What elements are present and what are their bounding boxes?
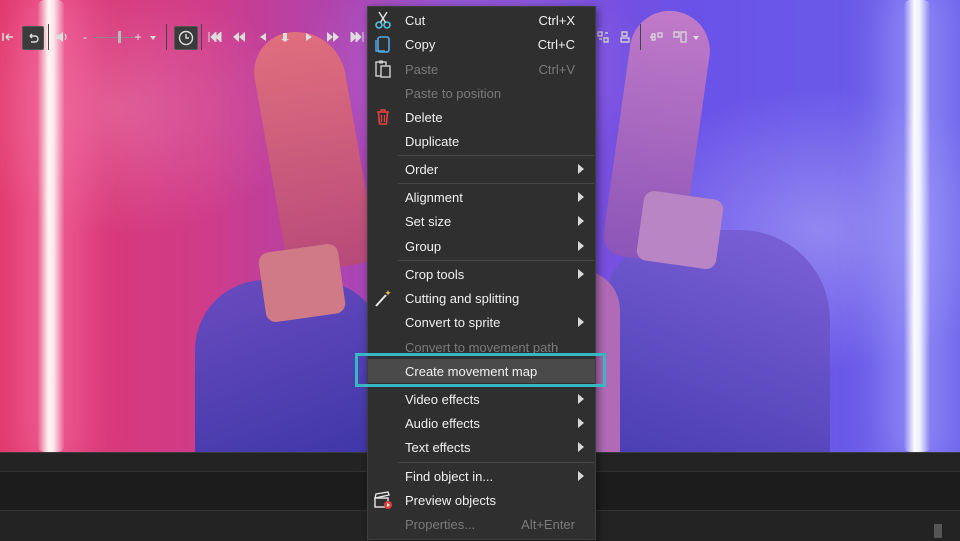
cuff-right (635, 189, 725, 271)
menu-item-create-movement-map[interactable]: Create movement map (368, 359, 595, 383)
submenu-arrow-icon (578, 418, 584, 428)
menu-item-convert-to-sprite[interactable]: Convert to sprite (368, 310, 595, 334)
menu-item-audio-effects[interactable]: Audio effects (368, 411, 595, 435)
menu-item-label: Convert to sprite (405, 315, 501, 330)
submenu-arrow-icon (578, 317, 584, 327)
submenu-arrow-icon (578, 192, 584, 202)
menu-item-label: Convert to movement path (405, 340, 559, 355)
neon-light-left (38, 0, 64, 452)
menu-item-set-size[interactable]: Set size (368, 209, 595, 233)
neon-light-right (904, 0, 930, 452)
group-objects-icon[interactable] (672, 26, 688, 48)
fast-forward-icon[interactable] (325, 26, 341, 48)
menu-separator (398, 155, 594, 156)
menu-item-label: Set size (405, 214, 452, 229)
menu-item-label: Text effects (405, 440, 471, 455)
toolbar-divider (166, 24, 167, 50)
menu-item-label: Preview objects (405, 493, 497, 508)
stop-icon[interactable] (278, 26, 292, 48)
zoom-in-button[interactable]: + (133, 26, 143, 48)
menu-item-label: Audio effects (405, 416, 480, 431)
menu-item-shortcut: Ctrl+V (538, 62, 575, 77)
menu-item-label: Cut (405, 13, 426, 28)
toolbar-divider (640, 24, 641, 50)
menu-item-copy[interactable]: Copy Ctrl+C (368, 32, 595, 56)
menu-item-label: Find object in... (405, 469, 494, 484)
clock-icon[interactable] (174, 26, 198, 50)
menu-item-preview-objects[interactable]: Preview objects (368, 488, 595, 512)
menu-separator (398, 462, 594, 463)
menu-item-crop-tools[interactable]: Crop tools (368, 262, 595, 286)
menu-item-label: Delete (405, 110, 443, 125)
menu-item-text-effects[interactable]: Text effects (368, 435, 595, 459)
zoom-slider-track[interactable] (94, 37, 136, 38)
submenu-arrow-icon (578, 442, 584, 452)
toolbar-divider (48, 24, 49, 50)
menu-separator (398, 260, 594, 261)
scissors-icon (373, 10, 393, 30)
menu-item-label: Properties... (405, 517, 476, 532)
menu-item-label: Order (405, 162, 439, 177)
clapperboard-icon (373, 490, 393, 510)
skip-to-start-icon[interactable] (207, 26, 223, 48)
toolbar-divider (201, 24, 202, 50)
copy-icon (373, 34, 393, 54)
chevron-down-icon[interactable] (148, 26, 158, 48)
submenu-arrow-icon (578, 241, 584, 251)
menu-item-paste[interactable]: Paste Ctrl+V (368, 57, 595, 81)
submenu-arrow-icon (578, 394, 584, 404)
menu-item-cutting-and-splitting[interactable]: Cutting and splitting (368, 286, 595, 310)
menu-item-paste-to-position[interactable]: Paste to position (368, 81, 595, 105)
menu-item-label: Video effects (405, 392, 480, 407)
menu-item-label: Duplicate (405, 134, 460, 149)
clipboard-icon (373, 59, 393, 79)
menu-item-label: Cutting and splitting (405, 291, 520, 306)
loop-start-icon[interactable] (0, 26, 16, 48)
menu-item-order[interactable]: Order (368, 157, 595, 181)
step-back-icon[interactable] (256, 26, 270, 48)
cuff-left (257, 242, 347, 324)
menu-item-group[interactable]: Group (368, 234, 595, 258)
timeline-scrollbar-thumb[interactable] (934, 524, 942, 538)
submenu-arrow-icon (578, 471, 584, 481)
rewind-icon[interactable] (231, 26, 247, 48)
menu-item-properties[interactable]: Properties... Alt+Enter (368, 512, 595, 536)
menu-item-find-object-in[interactable]: Find object in... (368, 464, 595, 488)
menu-item-delete[interactable]: Delete (368, 105, 595, 129)
volume-icon[interactable] (54, 26, 70, 48)
menu-item-label: Group (405, 239, 442, 254)
menu-item-label: Copy (405, 37, 436, 52)
menu-item-label: Alignment (405, 190, 463, 205)
zoom-out-button[interactable]: - (80, 26, 90, 48)
layout-grid-icon[interactable] (596, 26, 610, 48)
zoom-slider-handle[interactable] (118, 31, 121, 43)
menu-item-duplicate[interactable]: Duplicate (368, 129, 595, 153)
trash-icon (373, 107, 393, 127)
align-objects-icon[interactable] (618, 26, 632, 48)
menu-item-shortcut: Ctrl+C (537, 37, 575, 52)
menu-item-shortcut: Ctrl+X (538, 13, 575, 28)
menu-item-alignment[interactable]: Alignment (368, 185, 595, 209)
menu-item-shortcut: Alt+Enter (521, 517, 575, 532)
menu-item-label: Paste to position (405, 86, 502, 101)
menu-item-video-effects[interactable]: Video effects (368, 387, 595, 411)
undo-loop-icon[interactable] (22, 26, 44, 50)
submenu-arrow-icon (578, 216, 584, 226)
context-menu: Cut Ctrl+X Copy Ctrl+C Paste Ctrl+V Past… (367, 6, 596, 540)
menu-item-label: Paste (405, 62, 439, 77)
menu-item-cut[interactable]: Cut Ctrl+X (368, 8, 595, 32)
submenu-arrow-icon (578, 164, 584, 174)
distribute-icon[interactable] (648, 26, 664, 48)
magic-wand-icon (373, 288, 393, 308)
play-icon[interactable] (302, 26, 316, 48)
menu-item-convert-to-movement-path[interactable]: Convert to movement path (368, 335, 595, 359)
skip-to-end-icon[interactable] (349, 26, 365, 48)
menu-item-label: Create movement map (405, 364, 538, 379)
submenu-arrow-icon (578, 269, 584, 279)
menu-separator (398, 183, 594, 184)
menu-item-label: Crop tools (405, 267, 465, 282)
chevron-down-icon[interactable] (690, 26, 702, 48)
